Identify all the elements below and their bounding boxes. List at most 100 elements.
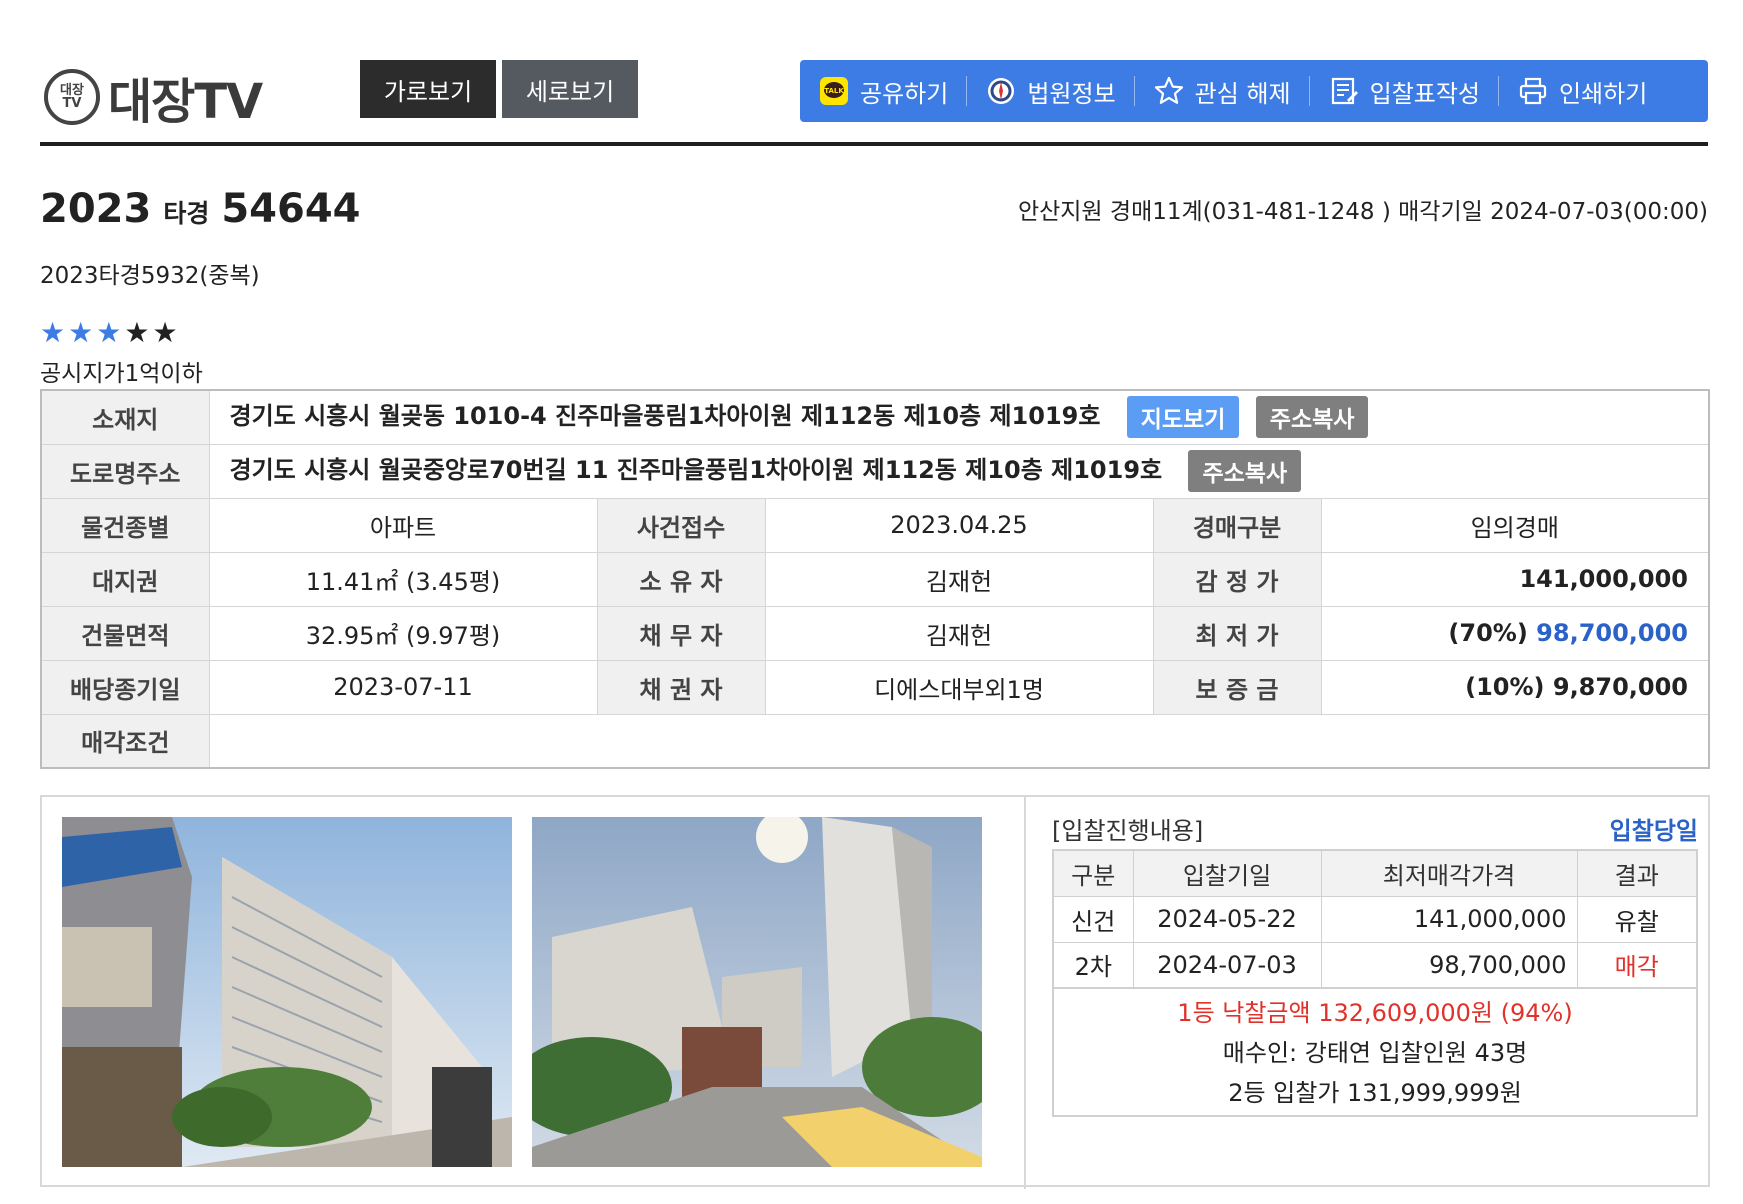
location-cell: 경기도 시흥시 월곶동 1010-4 진주마을풍림1차아이원 제112동 제10… <box>208 389 1710 445</box>
copy-address-button[interactable]: 주소복사 <box>1255 396 1369 439</box>
date-cell: 2024-05-22 <box>1132 895 1322 943</box>
info-row: 대지권 11.41㎡ (3.45평) 소 유 자 김재헌 감 정 가 141,0… <box>40 551 1710 607</box>
table-row: 신건 2024-05-22 141,000,000 유찰 <box>1052 895 1698 943</box>
court-info-label: 법원정보 <box>1027 79 1116 108</box>
property-photo-1[interactable] <box>62 817 512 1167</box>
copy-road-address-button[interactable]: 주소복사 <box>1188 450 1302 492</box>
sale-result-box: 1등 낙찰금액 132,609,000원 (94%) 매수인: 강태연 입찰인원… <box>1052 989 1698 1117</box>
photos-and-bids: [입찰진행내용] 입찰당일 구분 입찰기일 최저매각가격 결과 신건 2024-… <box>40 795 1710 1189</box>
unfavorite-button[interactable]: 관심 해제 <box>1153 60 1291 122</box>
owner-value: 김재헌 <box>764 551 1154 607</box>
star-filled-icon: ★ <box>96 316 125 349</box>
price-cell: 141,000,000 <box>1320 895 1578 943</box>
creditor-label: 채 권 자 <box>596 659 766 715</box>
case-received-label: 사건접수 <box>596 497 766 553</box>
sale-condition-label: 매각조건 <box>40 713 210 769</box>
deposit-value: (10%) 9,870,000 <box>1320 659 1710 715</box>
result-cell: 매각 <box>1576 941 1698 989</box>
svg-text:TALK: TALK <box>824 87 844 95</box>
col-date: 입찰기일 <box>1132 849 1322 897</box>
property-type-value: 아파트 <box>208 497 598 553</box>
building-area-label: 건물면적 <box>40 605 210 661</box>
toolbar-divider <box>966 76 968 106</box>
col-result: 결과 <box>1576 849 1698 897</box>
round-cell: 신건 <box>1052 895 1134 943</box>
map-view-button[interactable]: 지도보기 <box>1126 396 1240 439</box>
sale-condition-row: 매각조건 <box>40 713 1710 769</box>
road-address-label: 도로명주소 <box>40 443 210 499</box>
tagline: 공시지가1억이하 <box>40 361 203 387</box>
road-address-row: 도로명주소 경기도 시흥시 월곶중앙로70번길 11 진주마을풍림1차아이원 제… <box>40 443 1710 499</box>
print-label: 인쇄하기 <box>1559 79 1648 108</box>
deposit-label: 보 증 금 <box>1152 659 1322 715</box>
logo-badge-bottom: TV <box>62 96 82 111</box>
action-toolbar: TALK 공유하기 법원정보 관심 해제 입찰표작성 인쇄하기 <box>800 60 1708 122</box>
print-button[interactable]: 인쇄하기 <box>1517 60 1647 122</box>
minimum-price-value: 98,700,000 <box>1536 619 1688 647</box>
bid-table-header: 구분 입찰기일 최저매각가격 결과 <box>1052 849 1698 897</box>
creditor-value: 디에스대부외1명 <box>764 659 1154 715</box>
minimum-price-cell: (70%) 98,700,000 <box>1320 605 1710 661</box>
road-address-value: 경기도 시흥시 월곶중앙로70번길 11 진주마을풍림1차아이원 제112동 제… <box>229 456 1163 484</box>
date-cell: 2024-07-03 <box>1132 941 1322 989</box>
section-divider <box>1024 797 1026 1189</box>
star-dark-icon: ★ <box>152 316 181 349</box>
toolbar-divider <box>1308 76 1310 106</box>
location-label: 소재지 <box>40 389 210 445</box>
bid-history-heading: [입찰진행내용] <box>1052 817 1204 845</box>
document-edit-icon <box>1328 75 1360 107</box>
vertical-view-button[interactable]: 세로보기 <box>502 60 638 118</box>
rating-stars: ★★★★★ <box>40 316 181 349</box>
minimum-price-percent: (70%) <box>1448 619 1537 647</box>
debtor-label: 채 무 자 <box>596 605 766 661</box>
price-cell: 98,700,000 <box>1320 941 1578 989</box>
case-received-value: 2023.04.25 <box>764 497 1154 553</box>
land-right-value: 11.41㎡ (3.45평) <box>208 551 598 607</box>
round-cell: 2차 <box>1052 941 1134 989</box>
info-row: 물건종별 아파트 사건접수 2023.04.25 경매구분 임의경매 <box>40 497 1710 553</box>
court-info-button[interactable]: 법원정보 <box>985 60 1116 122</box>
kakaotalk-icon: TALK <box>818 75 850 107</box>
share-button[interactable]: TALK 공유하기 <box>818 60 948 122</box>
table-row: 2차 2024-07-03 98,700,000 매각 <box>1052 941 1698 989</box>
horizontal-view-button[interactable]: 가로보기 <box>360 60 496 118</box>
dividend-deadline-label: 배당종기일 <box>40 659 210 715</box>
share-label: 공유하기 <box>860 79 949 108</box>
owner-label: 소 유 자 <box>596 551 766 607</box>
site-logo[interactable]: 대장 TV 대장TV <box>44 62 263 132</box>
result-cell: 유찰 <box>1576 895 1698 943</box>
star-outline-icon <box>1153 75 1185 107</box>
court-emblem-icon <box>985 75 1017 107</box>
info-row: 건물면적 32.95㎡ (9.97평) 채 무 자 김재헌 최 저 가 (70%… <box>40 605 1710 661</box>
property-type-label: 물건종별 <box>40 497 210 553</box>
location-row: 소재지 경기도 시흥시 월곶동 1010-4 진주마을풍림1차아이원 제112동… <box>40 389 1710 445</box>
logo-badge: 대장 TV <box>44 69 100 125</box>
unfavorite-label: 관심 해제 <box>1194 79 1291 108</box>
logo-text: 대장TV <box>108 74 263 130</box>
star-dark-icon: ★ <box>124 316 153 349</box>
bid-form-label: 입찰표작성 <box>1369 79 1481 108</box>
court-schedule-info: 안산지원 경매11계(031-481-1248 ) 매각기일 2024-07-0… <box>1017 199 1708 225</box>
location-value: 경기도 시흥시 월곶동 1010-4 진주마을풍림1차아이원 제112동 제10… <box>229 402 1101 431</box>
land-right-label: 대지권 <box>40 551 210 607</box>
star-filled-icon: ★ <box>68 316 97 349</box>
bid-day-link[interactable]: 입찰당일 <box>1610 811 1698 846</box>
second-bid: 2등 입찰가 131,999,999원 <box>1228 1079 1522 1107</box>
sale-condition-value <box>208 713 1710 769</box>
duplicate-case: 2023타경5932(중복) <box>40 263 260 289</box>
bid-form-button[interactable]: 입찰표작성 <box>1328 60 1480 122</box>
case-type: 타경 <box>163 199 210 228</box>
toolbar-divider <box>1498 76 1500 106</box>
auction-type-value: 임의경매 <box>1320 497 1710 553</box>
case-year: 2023 <box>40 186 152 232</box>
col-round: 구분 <box>1052 849 1134 897</box>
info-row: 배당종기일 2023-07-11 채 권 자 디에스대부외1명 보 증 금 (1… <box>40 659 1710 715</box>
case-number: 2023 타경 54644 <box>40 186 361 232</box>
minimum-price-label: 최 저 가 <box>1152 605 1322 661</box>
case-number-value: 54644 <box>221 186 361 232</box>
road-address-cell: 경기도 시흥시 월곶중앙로70번길 11 진주마을풍림1차아이원 제112동 제… <box>208 443 1710 499</box>
debtor-value: 김재헌 <box>764 605 1154 661</box>
property-photo-2[interactable] <box>532 817 982 1167</box>
property-info-table: 소재지 경기도 시흥시 월곶동 1010-4 진주마을풍림1차아이원 제112동… <box>40 389 1710 769</box>
appraisal-label: 감 정 가 <box>1152 551 1322 607</box>
